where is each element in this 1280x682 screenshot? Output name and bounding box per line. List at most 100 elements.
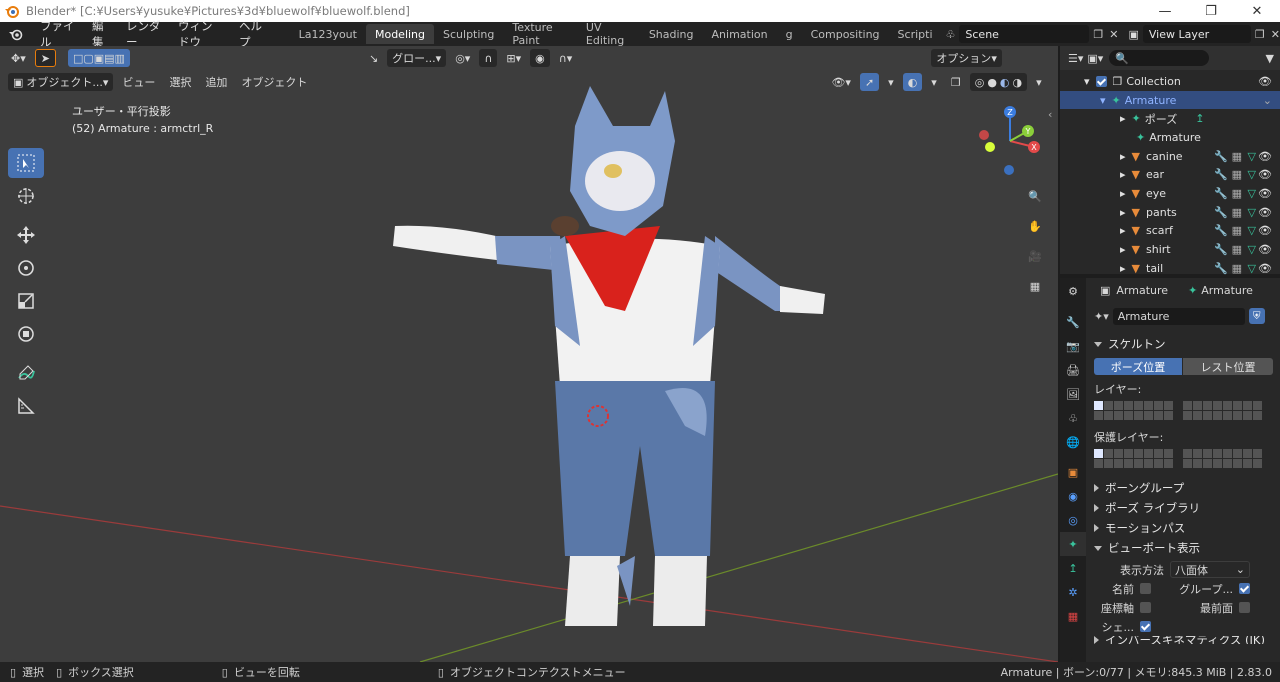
mesh-data-icon[interactable]: ▽ bbox=[1248, 206, 1256, 219]
snap-toggle-icon[interactable]: ∩ bbox=[479, 49, 498, 67]
tab-g[interactable]: g bbox=[777, 24, 802, 44]
modifier-wrench-icon[interactable]: 🔧 bbox=[1214, 168, 1228, 181]
vertex-groups-icon[interactable]: ▦ bbox=[1232, 262, 1242, 275]
pivot-point-dropdown[interactable]: ◎▾ bbox=[450, 49, 475, 67]
close-button[interactable]: ✕ bbox=[1234, 0, 1280, 22]
modifier-wrench-icon[interactable]: 🔧 bbox=[1214, 262, 1228, 275]
physics-tab-icon[interactable]: ◎ bbox=[1060, 508, 1086, 532]
tab-animation[interactable]: Animation bbox=[703, 24, 777, 44]
camera-view-icon[interactable]: 🎥 bbox=[1022, 243, 1048, 269]
annotate-tool-icon[interactable] bbox=[8, 358, 44, 388]
outliner-row-mesh[interactable]: ▸ ▼ pants 🔧 ▦ ▽ 👁 bbox=[1060, 203, 1280, 222]
tool-tab-icon[interactable]: 🔧 bbox=[1060, 310, 1086, 334]
options-dropdown[interactable]: オプション ▾ bbox=[931, 49, 1002, 67]
outliner-search[interactable]: 🔍 bbox=[1109, 50, 1210, 66]
outliner-row-mesh[interactable]: ▸ ▼ tail 🔧 ▦ ▽ 👁 bbox=[1060, 259, 1280, 278]
wireframe-shading-icon[interactable]: ◎ bbox=[975, 76, 985, 89]
vertex-groups-icon[interactable]: ▦ bbox=[1232, 224, 1242, 237]
overlay-dropdown[interactable]: ▾ bbox=[926, 73, 942, 91]
menu-file[interactable]: ファイル bbox=[32, 19, 84, 49]
eye-icon[interactable]: 👁 bbox=[1258, 243, 1272, 256]
view-layer-icon[interactable]: ▣ bbox=[1128, 28, 1138, 41]
expand-arrow-icon[interactable]: ▸ bbox=[1120, 187, 1126, 200]
minimize-button[interactable]: — bbox=[1142, 0, 1188, 22]
object-tab-icon[interactable]: ▣ bbox=[1060, 460, 1086, 484]
panel-ik[interactable]: インバースキネマティクス (IK) bbox=[1090, 636, 1280, 644]
constraints-tab-icon[interactable]: ✲ bbox=[1060, 580, 1086, 604]
panel-pose-library[interactable]: ポーズ ライブラリ bbox=[1090, 498, 1280, 518]
outliner-editor-icon[interactable]: ☰▾ bbox=[1068, 52, 1083, 65]
editor-type-button[interactable]: ✥▾ bbox=[6, 49, 31, 67]
eye-icon[interactable]: 👁 bbox=[1258, 75, 1272, 88]
transform-tool-icon[interactable] bbox=[8, 319, 44, 349]
select-box-tool-icon[interactable] bbox=[8, 148, 44, 178]
eye-icon[interactable]: 👁 bbox=[1258, 262, 1272, 275]
navigation-gizmo[interactable]: Z X Y bbox=[970, 101, 1050, 181]
overlay-toggle-icon[interactable]: ◐ bbox=[902, 73, 923, 91]
outliner-row-collection[interactable]: ▾ ❐ Collection 👁 bbox=[1060, 72, 1280, 91]
menu-select[interactable]: 選択 bbox=[164, 73, 196, 91]
scene-icon[interactable]: ♧ bbox=[946, 28, 956, 41]
tab-uv-editing[interactable]: UV Editing bbox=[577, 21, 640, 47]
rest-position-button[interactable]: レスト位置 bbox=[1183, 358, 1273, 375]
datablock-name-field[interactable]: Armature bbox=[1112, 307, 1245, 325]
mesh-data-icon[interactable]: ▽ bbox=[1248, 168, 1256, 181]
blender-menu-icon[interactable] bbox=[0, 22, 32, 46]
tab-shading[interactable]: Shading bbox=[640, 24, 703, 44]
expand-arrow-icon[interactable]: ▸ bbox=[1120, 243, 1126, 256]
eye-icon[interactable]: 👁 bbox=[1258, 150, 1272, 163]
shading-dropdown[interactable]: ▾ bbox=[1031, 73, 1047, 91]
vertex-groups-icon[interactable]: ▦ bbox=[1232, 243, 1242, 256]
select-mode-new-icon[interactable]: □▢▣▤▥ bbox=[67, 49, 130, 67]
snap-target-dropdown[interactable]: ⊞▾ bbox=[501, 49, 526, 67]
eye-icon[interactable]: 👁 bbox=[1258, 224, 1272, 237]
chevron-down-icon[interactable]: ⌄ bbox=[1263, 94, 1272, 107]
view-layer-tab-icon[interactable]: 🖼 bbox=[1060, 382, 1086, 406]
outliner-row-mesh[interactable]: ▸ ▼ scarf 🔧 ▦ ▽ 👁 bbox=[1060, 222, 1280, 241]
filter-funnel-icon[interactable]: ▼ bbox=[1266, 52, 1274, 65]
wolf-character-model[interactable] bbox=[385, 86, 835, 626]
menu-add[interactable]: 追加 bbox=[200, 73, 232, 91]
tool-select-icon[interactable]: ➤ bbox=[34, 49, 56, 67]
in-front-checkbox[interactable] bbox=[1239, 602, 1250, 613]
eye-icon[interactable]: 👁 bbox=[1258, 168, 1272, 181]
expand-arrow-icon[interactable]: ▾ bbox=[1100, 94, 1106, 107]
panel-skeleton[interactable]: スケルトン bbox=[1090, 334, 1280, 354]
layers-grid-left[interactable] bbox=[1094, 401, 1173, 420]
outliner-row-mesh[interactable]: ▸ ▼ shirt 🔧 ▦ ▽ 👁 bbox=[1060, 240, 1280, 259]
outliner-row-mesh[interactable]: ▸ ▼ canine 🔧 ▦ ▽ 👁 bbox=[1060, 147, 1280, 166]
eye-icon[interactable]: 👁 bbox=[1258, 187, 1272, 200]
properties-editor-type-icon[interactable]: ⚙ bbox=[1060, 278, 1086, 304]
layers-grid-right[interactable] bbox=[1183, 401, 1262, 420]
menu-window[interactable]: ウィンドウ bbox=[170, 19, 231, 49]
shapes-checkbox[interactable] bbox=[1140, 621, 1151, 632]
modifier-wrench-icon[interactable]: 🔧 bbox=[1214, 187, 1228, 200]
shading-modes[interactable]: ◎ ● ◐ ◑ bbox=[969, 73, 1028, 91]
outliner-filter-dropdown[interactable]: ▣▾ bbox=[1087, 52, 1103, 65]
protected-layers-grid[interactable] bbox=[1094, 449, 1280, 468]
pan-hand-icon[interactable]: ✋ bbox=[1022, 213, 1048, 239]
solid-shading-icon[interactable]: ● bbox=[987, 76, 997, 89]
mesh-data-icon[interactable]: ▽ bbox=[1248, 243, 1256, 256]
protected-layers-grid-left[interactable] bbox=[1094, 449, 1173, 468]
expand-arrow-icon[interactable]: ▾ bbox=[1084, 75, 1090, 88]
gizmo-dropdown[interactable]: ▾ bbox=[883, 73, 899, 91]
world-tab-icon[interactable]: 🌐 bbox=[1060, 430, 1086, 454]
tab-sculpting[interactable]: Sculpting bbox=[434, 24, 503, 44]
modifier-wrench-icon[interactable]: 🔧 bbox=[1214, 243, 1228, 256]
visibility-dropdown[interactable]: 👁▾ bbox=[826, 73, 856, 91]
scene-tab-icon[interactable]: ♧ bbox=[1060, 406, 1086, 430]
scale-tool-icon[interactable] bbox=[8, 286, 44, 316]
display-as-dropdown[interactable]: 八面体 ⌄ bbox=[1170, 561, 1250, 578]
texture-tab-icon[interactable]: ▦ bbox=[1060, 604, 1086, 628]
xray-toggle-icon[interactable]: ❐ bbox=[946, 73, 966, 91]
names-checkbox[interactable] bbox=[1140, 583, 1151, 594]
protected-layers-grid-right[interactable] bbox=[1183, 449, 1262, 468]
vertex-groups-icon[interactable]: ▦ bbox=[1232, 150, 1242, 163]
transform-orientation-dropdown[interactable]: グロー... ▾ bbox=[387, 49, 447, 67]
outliner-row-armature[interactable]: ▾ ✦ Armature ⌄ bbox=[1060, 90, 1280, 110]
mesh-data-icon[interactable]: ▽ bbox=[1248, 187, 1256, 200]
modifier-wrench-icon[interactable]: 🔧 bbox=[1214, 206, 1228, 219]
menu-edit[interactable]: 編集 bbox=[84, 19, 118, 49]
view-layer-copy-icon[interactable]: ❐ bbox=[1255, 28, 1265, 41]
